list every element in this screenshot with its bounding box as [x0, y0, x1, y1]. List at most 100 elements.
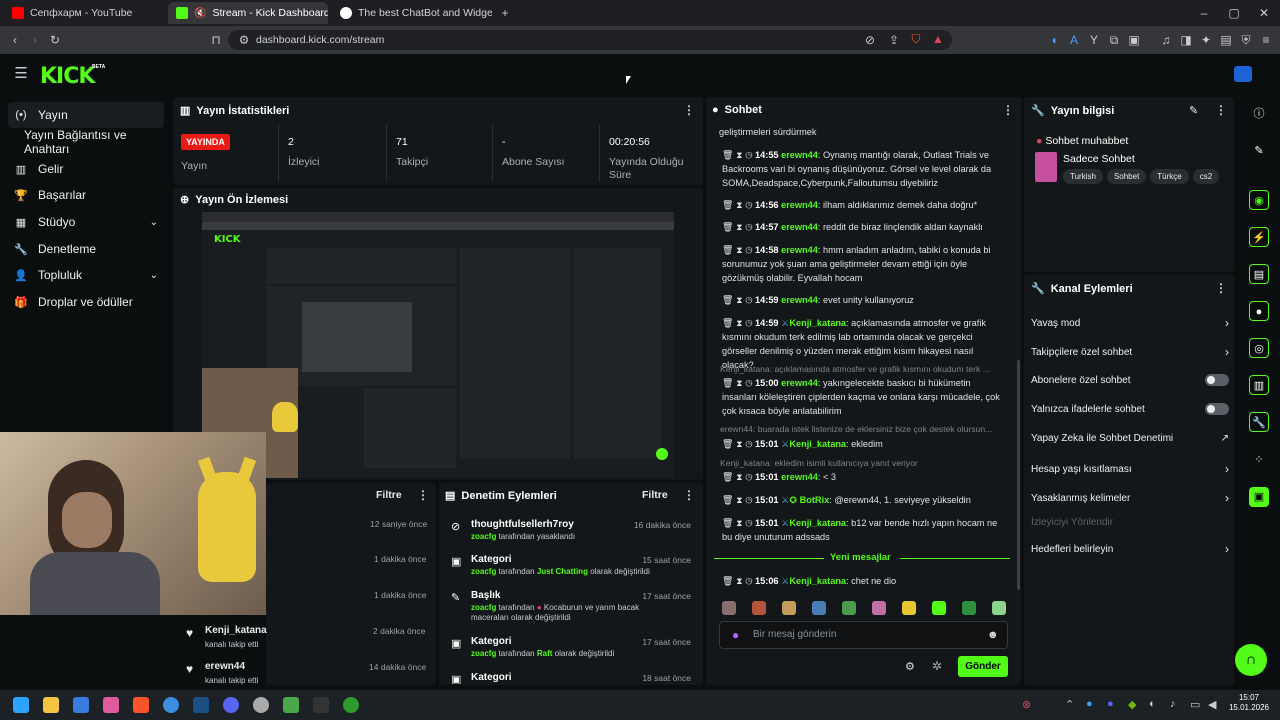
banned-words-row[interactable]: Yasaklanmış kelimeler ›	[1031, 491, 1229, 505]
emote-icon[interactable]	[842, 601, 856, 615]
sidebar-item-droplar[interactable]: 🎁 Droplar ve ödüller	[8, 289, 164, 315]
tray-icon[interactable]: ●	[1086, 698, 1093, 710]
moderator-name[interactable]: zoacfg	[471, 567, 496, 576]
subscribers-only-toggle[interactable]	[1205, 374, 1229, 386]
steam-icon[interactable]	[193, 697, 209, 713]
forward-icon[interactable]: ›	[27, 33, 43, 47]
moderator-name[interactable]: zoacfg	[471, 603, 496, 612]
volume-icon[interactable]: ◀	[1208, 698, 1216, 711]
new-messages-divider[interactable]: Yeni mesajlar	[714, 552, 1010, 564]
microphone-icon[interactable]: ♪	[1170, 698, 1176, 710]
maximize-icon[interactable]: ▢	[1226, 6, 1242, 20]
more-options-icon[interactable]: ⋮	[683, 103, 695, 117]
chat-username[interactable]: erewn44	[781, 472, 818, 482]
chat-message[interactable]: 🗑 ⧗ ◷ 15:01 ⚔Kenji_katana: ekledim	[722, 437, 1007, 451]
sidebar-item-denetleme[interactable]: 🔧 Denetleme	[8, 236, 164, 262]
site-info-icon[interactable]: ⚙	[236, 33, 252, 47]
bookmark-icon[interactable]: ⊓	[208, 33, 224, 47]
sidebar-item-gelir[interactable]: ▥ Gelir	[8, 156, 164, 182]
moderation-more-icon[interactable]: ⋮	[683, 488, 695, 502]
wrench-icon[interactable]: 🔧	[1249, 412, 1269, 432]
chat-username[interactable]: erewn44	[781, 378, 818, 388]
discord-icon[interactable]	[223, 697, 239, 713]
camera-off-icon[interactable]: ⊘	[862, 33, 878, 47]
tray-icon[interactable]: ●	[1107, 698, 1114, 710]
app-icon[interactable]	[163, 697, 179, 713]
lightning-icon[interactable]: ⚡	[1249, 227, 1269, 247]
chat-message[interactable]: 🗑 ⧗ ◷ 15:06 ⚔Kenji_katana: chet ne dio	[722, 574, 1007, 588]
send-button[interactable]: Gönder	[958, 656, 1008, 677]
tag[interactable]: Türkçe	[1150, 169, 1189, 184]
media-icon[interactable]: ♫	[1158, 33, 1174, 47]
user-avatar[interactable]	[1234, 66, 1252, 82]
brave-rewards-icon[interactable]: ▲	[930, 32, 946, 46]
chat-username[interactable]: Kenji_katana	[789, 439, 846, 449]
activity-user[interactable]: erewn44	[205, 661, 245, 672]
activity-user[interactable]: Kenji_katana	[205, 625, 267, 636]
chat-message[interactable]: 🗑 ⧗ ◷ 15:01 ⚔✪ BotRix: @erewn44, 1. sevi…	[722, 493, 1007, 507]
emote-icon[interactable]	[752, 601, 766, 615]
menu-icon[interactable]: ≡	[1258, 33, 1274, 47]
tag[interactable]: Turkish	[1063, 169, 1103, 184]
chat-message[interactable]: 🗑 ⧗ ◷ 15:01 ⚔Kenji_katana: b12 var bende…	[722, 516, 1007, 544]
extensions-icon[interactable]: ⧉	[1106, 33, 1122, 47]
extension-y-icon[interactable]: Y	[1086, 33, 1102, 47]
tag[interactable]: Sohbet	[1106, 169, 1147, 184]
sidebar-toggle-icon[interactable]: ◨	[1178, 33, 1194, 47]
apps-icon[interactable]: ⁘	[1249, 450, 1269, 470]
settings-gear-icon[interactable]: ⚙	[905, 660, 915, 673]
broadcast-icon[interactable]: ◎	[1249, 338, 1269, 358]
emote-icon[interactable]	[932, 601, 946, 615]
chat-message[interactable]: 🗑 ⧗ ◷ 14:55 erewn44: Oynanış mantığı ola…	[722, 148, 1007, 190]
chat-message[interactable]: 🗑 ⧗ ◷ 15:00 erewn44: yakıngelecekte bask…	[722, 376, 1007, 418]
moderator-name[interactable]: zoacfg	[471, 649, 496, 658]
tag[interactable]: cs2	[1192, 169, 1220, 184]
edit-icon[interactable]: ✎	[1249, 141, 1269, 161]
chat-username[interactable]: erewn44	[781, 295, 818, 305]
minecraft-icon[interactable]	[283, 697, 299, 713]
emote-icon[interactable]	[782, 601, 796, 615]
layout-icon[interactable]: ▥	[1249, 375, 1269, 395]
tab-chatbot[interactable]: The best ChatBot and Widgets for Kick ✕	[332, 2, 492, 24]
clock[interactable]: 15:07 15.01.2026	[1226, 693, 1272, 713]
url-input[interactable]: dashboard.kick.com/stream	[228, 30, 952, 50]
edit-pencil-icon[interactable]: ✎	[1189, 104, 1198, 117]
audio-icon[interactable]: ◖	[1046, 33, 1062, 47]
back-icon[interactable]: ‹	[7, 33, 23, 47]
app-icon[interactable]	[73, 697, 89, 713]
moderator-name[interactable]: zoacfg	[471, 532, 496, 541]
chat-username[interactable]: Kenji_katana	[789, 318, 846, 328]
network-icon[interactable]: ▭	[1190, 698, 1200, 711]
channel-actions-more-icon[interactable]: ⋮	[1215, 281, 1227, 295]
category-thumbnail[interactable]	[1035, 152, 1057, 182]
camera-icon[interactable]: ◉	[1249, 190, 1269, 210]
slow-mode-row[interactable]: Yavaş mod ›	[1031, 316, 1229, 330]
screenshot-icon[interactable]: ▣	[1126, 33, 1142, 47]
category-name[interactable]: Sadece Sohbet	[1063, 153, 1135, 165]
help-headset-icon[interactable]: ∩	[1235, 644, 1267, 676]
xbox-icon[interactable]	[343, 697, 359, 713]
subscribers-only-row[interactable]: Abonelere özel sohbet	[1031, 374, 1229, 386]
followers-only-row[interactable]: Takipçilere özel sohbet ›	[1031, 345, 1229, 359]
chat-username[interactable]: erewn44	[781, 200, 818, 210]
emote-icon[interactable]	[872, 601, 886, 615]
chat-message[interactable]: 🗑 ⧗ ◷ 14:57 erewn44: reddit de biraz lin…	[722, 220, 1007, 234]
game-icon[interactable]: ▣	[1249, 487, 1269, 507]
brave-browser-icon[interactable]	[133, 697, 149, 713]
tab-kick-dashboard[interactable]: 🔇 Stream - Kick Dashboard ✕	[168, 2, 328, 24]
chat-message-input[interactable]: Bir mesaj gönderin	[719, 621, 1008, 649]
nvidia-icon[interactable]: ◆	[1128, 698, 1136, 711]
activity-filter-button[interactable]: Filtre	[376, 489, 402, 501]
brave-shield-icon[interactable]: ⛉	[908, 32, 924, 46]
tray-icon[interactable]: ⌃	[1065, 698, 1074, 711]
translate-icon[interactable]: A	[1066, 33, 1082, 47]
activity-more-icon[interactable]: ⋮	[417, 488, 429, 502]
epic-games-icon[interactable]	[313, 697, 329, 713]
moderation-row[interactable]: ▣ Kategori 18 saat önce	[451, 672, 693, 684]
emote-icon[interactable]	[962, 601, 976, 615]
vpn-icon[interactable]: ⛨	[1238, 33, 1254, 47]
emote-icon[interactable]	[902, 601, 916, 615]
ai-moderation-row[interactable]: Yapay Zeka ile Sohbet Denetimi ↗	[1031, 433, 1229, 444]
moderation-filter-button[interactable]: Filtre	[642, 489, 668, 501]
info-icon[interactable]: ⓘ	[1249, 104, 1269, 124]
